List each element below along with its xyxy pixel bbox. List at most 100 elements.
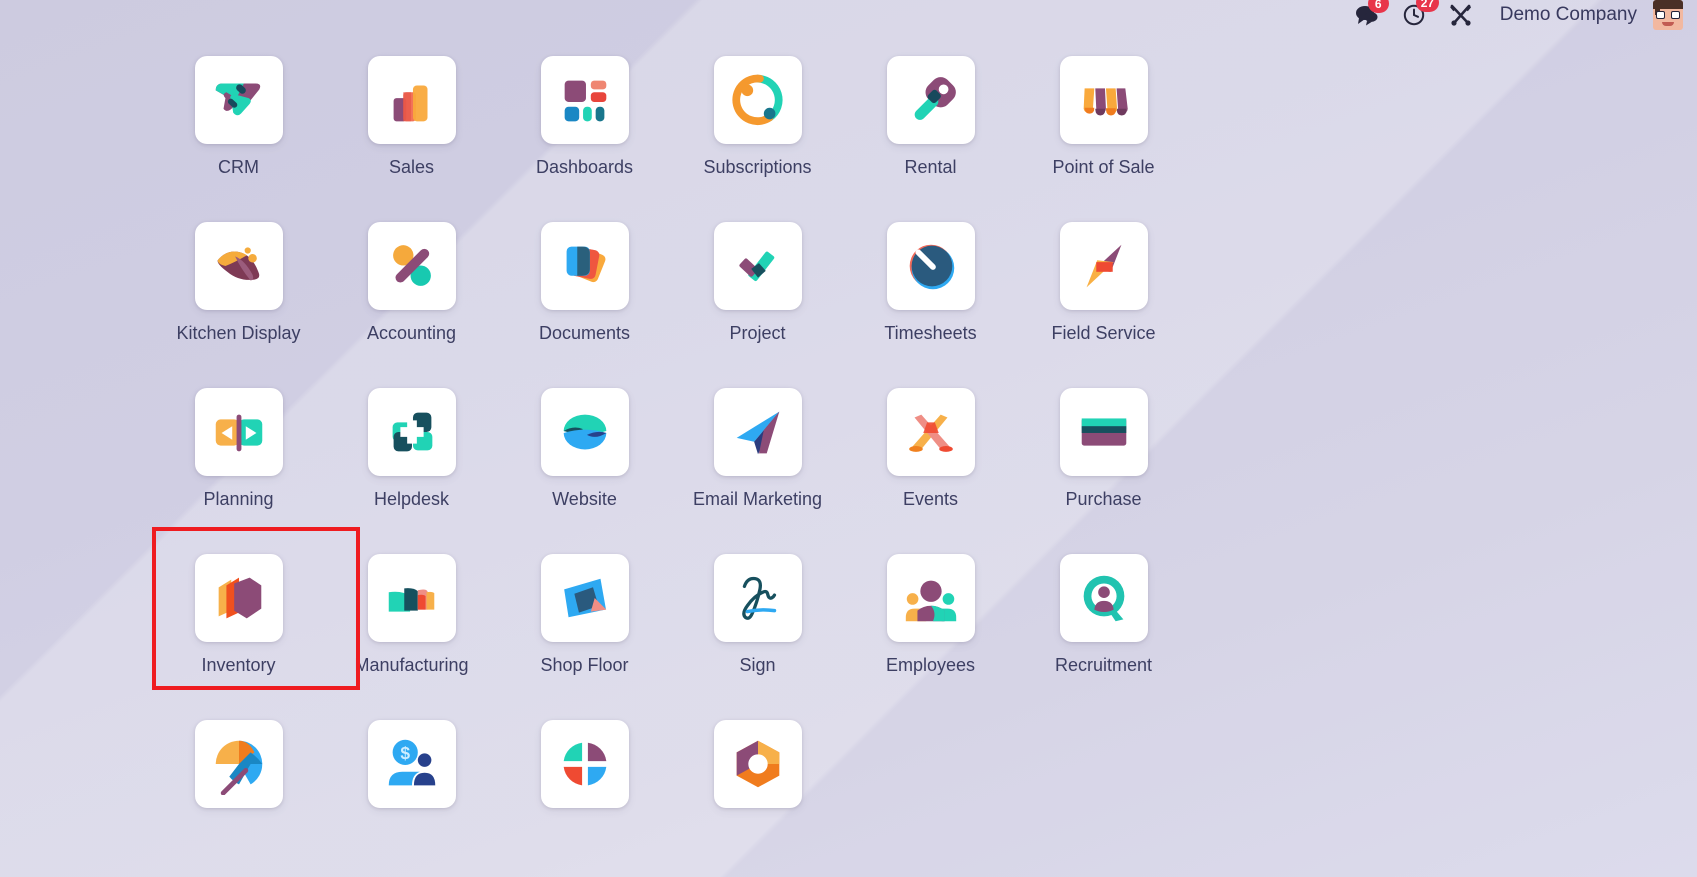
- app-kitchen-display[interactable]: Kitchen Display: [152, 212, 325, 378]
- app-label: Field Service: [1051, 323, 1156, 343]
- company-name[interactable]: Demo Company: [1500, 4, 1637, 26]
- app-events[interactable]: Events: [844, 378, 1017, 544]
- app-tile[interactable]: [540, 56, 629, 144]
- app-label: Purchase: [1065, 489, 1142, 509]
- avatar[interactable]: [1653, 0, 1683, 30]
- inventory-icon: [218, 577, 261, 619]
- app-tile[interactable]: [713, 222, 802, 310]
- planning-icon: [215, 414, 262, 452]
- app-tile[interactable]: [194, 388, 283, 476]
- helpdesk-icon: [392, 412, 432, 452]
- app-website[interactable]: Website: [498, 378, 671, 544]
- app-label: Manufacturing: [354, 655, 469, 675]
- app-sales[interactable]: Sales: [325, 46, 498, 212]
- app-label: Documents: [538, 323, 631, 343]
- payroll-icon: $: [388, 739, 435, 786]
- app-point-of-sale[interactable]: Point of Sale: [1017, 46, 1190, 212]
- app-label: Project: [729, 323, 786, 343]
- app-helpdesk[interactable]: Helpdesk: [325, 378, 498, 544]
- settings-tools-button[interactable]: [1448, 3, 1474, 27]
- app-dashboards[interactable]: Dashboards: [498, 46, 671, 212]
- app-tile[interactable]: $: [367, 720, 456, 808]
- app-label: Rental: [904, 157, 957, 177]
- employees-icon: [905, 580, 956, 622]
- app-sign[interactable]: Sign: [671, 544, 844, 710]
- app-payroll[interactable]: $: [325, 710, 498, 876]
- app-tile[interactable]: [886, 222, 975, 310]
- avatar-mouth: [1662, 22, 1674, 26]
- app-crm[interactable]: CRM: [152, 46, 325, 212]
- app-planning[interactable]: Planning: [152, 378, 325, 544]
- crm-icon: [215, 83, 260, 116]
- activities-button[interactable]: 27: [1402, 0, 1440, 27]
- app-tile[interactable]: [367, 554, 456, 642]
- crossed-tools-icon: [1449, 4, 1471, 26]
- app-tile[interactable]: [194, 720, 283, 808]
- app-subscriptions[interactable]: Subscriptions: [671, 46, 844, 212]
- app-label: Subscriptions: [703, 157, 812, 177]
- app-tile[interactable]: [713, 388, 802, 476]
- app-tile[interactable]: [713, 56, 802, 144]
- avatar-hair: [1653, 0, 1683, 15]
- app-purchase[interactable]: Purchase: [1017, 378, 1190, 544]
- app-tile[interactable]: [194, 554, 283, 642]
- app-shop-floor[interactable]: Shop Floor: [498, 544, 671, 710]
- app-documents[interactable]: Documents: [498, 212, 671, 378]
- app-tile[interactable]: [886, 388, 975, 476]
- messages-button[interactable]: 6: [1354, 0, 1389, 26]
- app-label: Events: [902, 489, 959, 509]
- accounting-icon: [392, 245, 431, 286]
- app-field-service[interactable]: Field Service: [1017, 212, 1190, 378]
- app-tile[interactable]: [1059, 222, 1148, 310]
- app-tile[interactable]: [367, 222, 456, 310]
- app-tile[interactable]: [1059, 388, 1148, 476]
- quadrant-circle-icon: [563, 742, 606, 786]
- app-label: Planning: [203, 489, 274, 509]
- subscriptions-icon: [731, 74, 783, 125]
- app-grid: CRM Sales Dashboards Subscriptions Renta…: [152, 46, 1272, 876]
- app-employees[interactable]: Employees: [844, 544, 1017, 710]
- app-tile[interactable]: [1059, 554, 1148, 642]
- recruitment-icon: [1083, 575, 1124, 622]
- activities-badge: 27: [1415, 0, 1440, 12]
- app-label: Sales: [388, 157, 435, 177]
- app-tile[interactable]: [540, 222, 629, 310]
- app-label: CRM: [218, 157, 259, 177]
- app-tile[interactable]: [540, 554, 629, 642]
- email-marketing-icon: [736, 411, 779, 455]
- app-tile[interactable]: [1059, 56, 1148, 144]
- app-label: Inventory: [201, 655, 276, 675]
- app-inventory[interactable]: Inventory: [152, 544, 325, 710]
- app-rental[interactable]: Rental: [844, 46, 1017, 212]
- app-tile[interactable]: [713, 720, 802, 808]
- sign-icon: [741, 576, 776, 620]
- app-hexagon-gear[interactable]: [671, 710, 844, 876]
- app-label: Accounting: [366, 323, 457, 343]
- app-tile[interactable]: [194, 222, 283, 310]
- manufacturing-icon: [388, 588, 434, 612]
- rental-icon: [914, 77, 956, 120]
- app-accounting[interactable]: Accounting: [325, 212, 498, 378]
- app-umbrella[interactable]: [152, 710, 325, 876]
- avatar-glasses: [1656, 11, 1680, 19]
- app-tile[interactable]: [540, 720, 629, 808]
- kitchen-display-icon: [217, 247, 259, 281]
- app-recruitment[interactable]: Recruitment: [1017, 544, 1190, 710]
- app-tile[interactable]: [713, 554, 802, 642]
- app-tile[interactable]: [886, 56, 975, 144]
- app-timesheets[interactable]: Timesheets: [844, 212, 1017, 378]
- app-quadrant[interactable]: [498, 710, 671, 876]
- app-tile[interactable]: [540, 388, 629, 476]
- app-tile[interactable]: [367, 388, 456, 476]
- app-manufacturing[interactable]: Manufacturing: [325, 544, 498, 710]
- app-project[interactable]: Project: [671, 212, 844, 378]
- app-label: Email Marketing: [692, 489, 823, 509]
- app-tile[interactable]: [886, 554, 975, 642]
- app-tile[interactable]: [194, 56, 283, 144]
- top-bar: 6 27 Demo Company: [0, 0, 1697, 30]
- app-label: Dashboards: [535, 157, 634, 177]
- app-email-marketing[interactable]: Email Marketing: [671, 378, 844, 544]
- website-icon: [563, 414, 606, 450]
- app-tile[interactable]: [367, 56, 456, 144]
- app-label: Shop Floor: [540, 655, 629, 675]
